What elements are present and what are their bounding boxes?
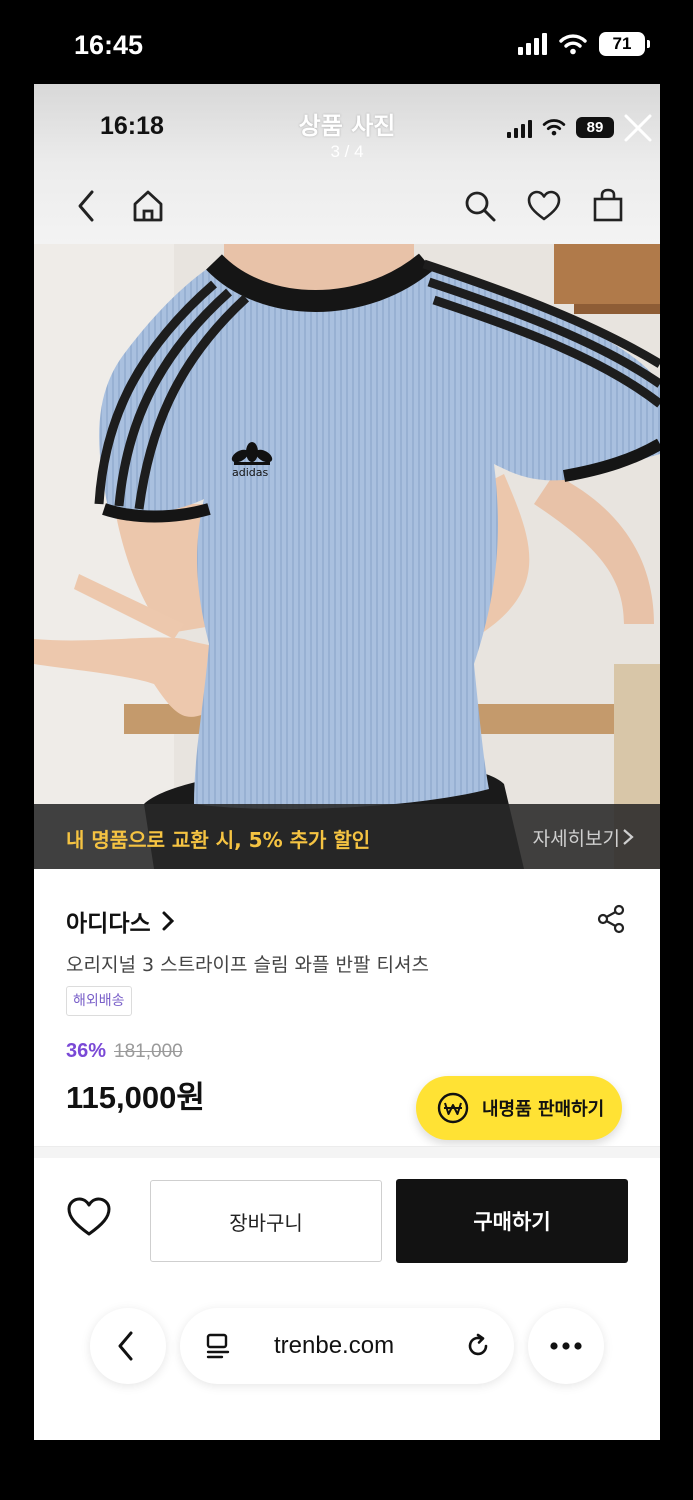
wishlist-heart-icon[interactable]: [526, 188, 562, 224]
browser-back-button[interactable]: [90, 1308, 166, 1384]
shopping-bag-icon[interactable]: [590, 188, 626, 224]
product-image: adidas: [34, 244, 660, 869]
chevron-right-icon: [623, 829, 634, 845]
brand-name: 아디다스: [66, 911, 151, 937]
device-time: 16:45: [74, 30, 144, 60]
sale-price: 115,000원: [66, 1080, 205, 1115]
overseas-shipping-badge: 해외배송: [66, 986, 132, 1016]
reader-icon[interactable]: [204, 1332, 232, 1360]
chevron-right-icon: [162, 911, 174, 931]
discount-rate: 36%: [66, 1040, 107, 1062]
inner-wifi-icon: [542, 119, 566, 136]
close-icon[interactable]: [620, 110, 656, 146]
section-divider: [34, 1146, 660, 1158]
brand-link[interactable]: 아디다스: [66, 904, 175, 938]
browser-toolbar: trenbe.com: [34, 1274, 660, 1440]
image-counter: 3 / 4: [330, 142, 364, 161]
chevron-left-icon: [118, 1331, 133, 1361]
like-heart-icon[interactable]: [66, 1196, 112, 1238]
more-dots-icon: [550, 1342, 582, 1350]
back-chevron-icon[interactable]: [72, 188, 102, 224]
original-price: 181,000: [114, 1041, 183, 1062]
sell-button-label: 내명품 판매하기: [482, 1099, 605, 1120]
promo-text: 내 명품으로 교환 시, 5% 추가 할인: [66, 828, 371, 852]
wifi-icon: [559, 34, 587, 55]
promo-more-link[interactable]: 자세히보기: [533, 824, 620, 851]
address-bar[interactable]: trenbe.com: [180, 1308, 514, 1384]
purchase-bar: 장바구니 구매하기: [34, 1158, 660, 1268]
buy-now-button[interactable]: 구매하기: [396, 1179, 628, 1263]
url-text: trenbe.com: [274, 1332, 395, 1359]
product-nav-bar: [34, 178, 660, 238]
product-name: 오리지널 3 스트라이프 슬림 와플 반팔 티셔츠: [66, 954, 429, 976]
home-icon[interactable]: [130, 188, 166, 224]
reload-icon[interactable]: [464, 1332, 492, 1360]
svg-text:adidas: adidas: [232, 466, 269, 479]
more-options-button[interactable]: [528, 1308, 604, 1384]
product-photo[interactable]: adidas: [34, 244, 660, 869]
viewer-header: 16:18 상품 사진 3 / 4 89: [34, 84, 660, 244]
cellular-signal-icon: [518, 33, 547, 55]
battery-icon: 71: [599, 32, 650, 56]
won-coin-icon: [437, 1092, 469, 1124]
search-icon[interactable]: [462, 188, 498, 224]
inner-signal-icon: [507, 116, 532, 138]
price-info: 36% 181,000: [66, 1040, 183, 1063]
device-status-bar: 16:45 71: [0, 0, 693, 84]
app-screen: 16:18 상품 사진 3 / 4 89 adidas 내 명품으로 교환 시,…: [34, 84, 660, 1440]
sell-my-luxury-button[interactable]: 내명품 판매하기: [416, 1076, 622, 1140]
add-to-cart-button[interactable]: 장바구니: [150, 1180, 382, 1262]
trade-in-promo-banner[interactable]: 내 명품으로 교환 시, 5% 추가 할인 자세히보기: [34, 804, 660, 869]
share-icon[interactable]: [596, 904, 626, 934]
inner-battery-icon: 89: [576, 116, 614, 138]
